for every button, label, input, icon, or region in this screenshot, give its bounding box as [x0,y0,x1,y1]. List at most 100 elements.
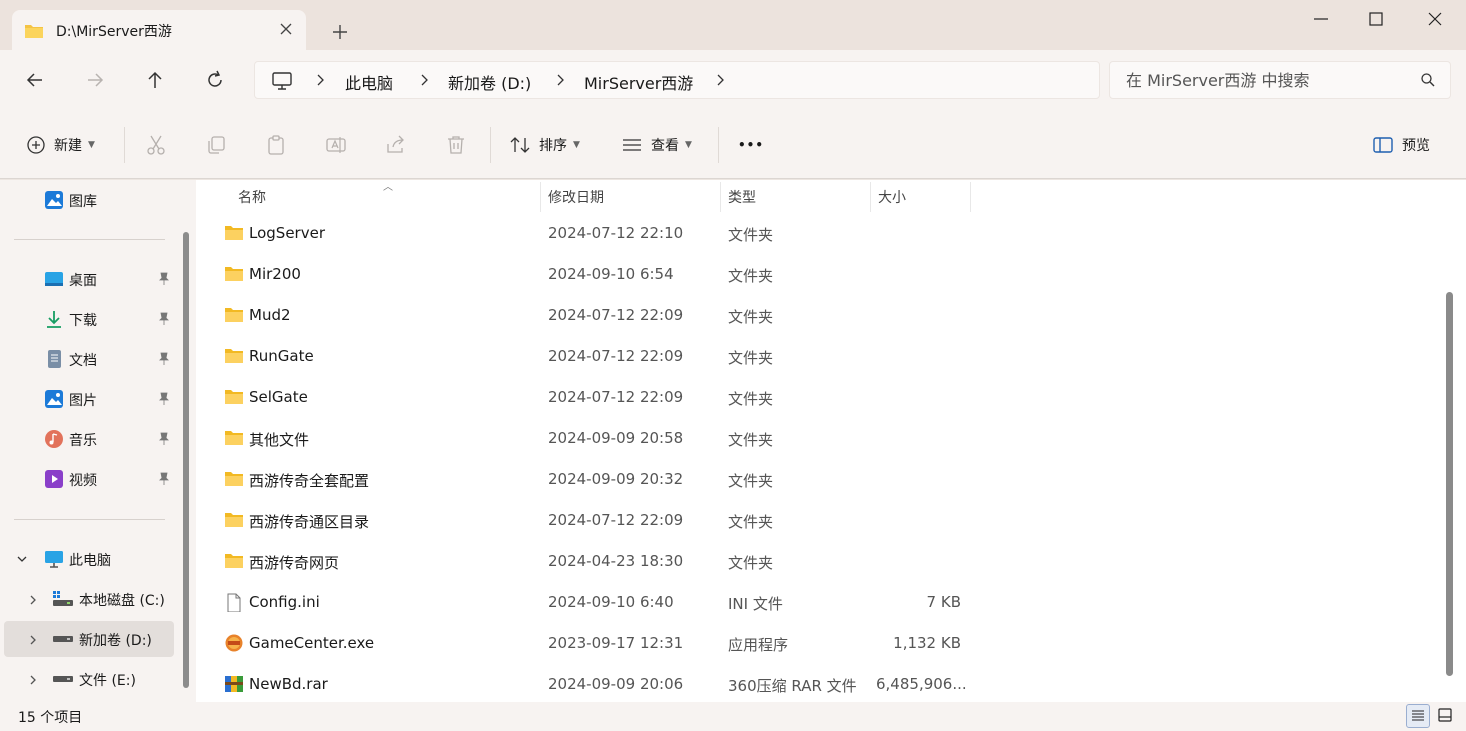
folder-icon [225,349,243,363]
preview-button[interactable]: 预览 [1372,132,1430,158]
file-date: 2024-07-12 22:09 [548,306,684,324]
file-row[interactable]: SelGate 2024-07-12 22:09 文件夹 [196,377,1436,418]
column-date-label: 修改日期 [548,190,604,206]
ini-file-icon [227,593,241,612]
up-button[interactable] [144,69,166,91]
sidebar-item-downloads[interactable]: 下载 [0,301,176,337]
file-row[interactable]: Mir200 2024-09-10 6:54 文件夹 [196,254,1436,295]
maximize-button[interactable] [1361,8,1391,30]
sidebar-item-gallery[interactable]: 图库 [0,182,176,218]
back-button[interactable] [24,69,46,91]
folder-icon [25,25,43,38]
column-header-date[interactable]: 修改日期 [541,180,720,212]
view-button[interactable]: 查看 ▼ [621,132,692,158]
pin-icon[interactable] [158,432,170,446]
computer-icon [45,551,63,568]
folder-icon [225,308,243,322]
column-header-name[interactable]: 名称 [196,180,540,212]
file-name: SelGate [249,388,308,406]
sidebar-item-music[interactable]: 音乐 [0,421,176,457]
file-list: ︿ 名称 修改日期 类型 大小 LogServer 2024-07-12 22:1… [196,180,1466,702]
breadcrumb-mirserver[interactable]: MirServer西游 [584,70,693,94]
sidebar-item-drive-c[interactable]: 本地磁盘 (C:) [0,581,176,617]
sidebar-item-drive-e[interactable]: 文件 (E:) [0,661,176,697]
drive-icon [53,676,73,682]
chevron-right-icon[interactable] [715,74,725,86]
column-header-size[interactable]: 大小 [871,180,970,212]
new-tab-button[interactable] [330,22,350,42]
tab-current[interactable]: D:\MirServer西游 [12,10,306,50]
file-date: 2024-09-10 6:40 [548,593,674,611]
column-header-type[interactable]: 类型 [721,180,870,212]
sidebar-scrollbar[interactable] [183,232,189,688]
refresh-button[interactable] [204,69,226,91]
plus-circle-icon [27,136,45,154]
chevron-right-icon[interactable] [28,634,38,646]
chevron-right-icon[interactable] [315,74,325,86]
sidebar-item-desktop[interactable]: 桌面 [0,261,176,297]
pin-icon[interactable] [158,392,170,406]
pin-icon[interactable] [158,272,170,286]
address-bar[interactable]: 此电脑 新加卷 (D:) MirServer西游 [254,61,1100,99]
file-list-scrollbar[interactable] [1446,292,1453,676]
breadcrumb-this-pc[interactable]: 此电脑 [345,70,393,94]
column-divider[interactable] [970,182,971,212]
chevron-right-icon[interactable] [28,594,38,606]
new-button[interactable]: 新建 ▼ [26,132,95,158]
tiles-view-button[interactable] [1434,704,1458,728]
file-name: GameCenter.exe [249,634,375,652]
sidebar-item-this-pc[interactable]: 此电脑 [0,541,176,577]
folder-icon [225,472,243,486]
pin-icon[interactable] [158,472,170,486]
chevron-down-icon[interactable] [16,554,28,564]
file-type: 文件夹 [728,431,774,449]
close-tab-icon[interactable] [278,21,294,37]
chevron-down-icon: ▼ [685,140,692,150]
rename-icon[interactable] [325,134,347,156]
file-row[interactable]: RunGate 2024-07-12 22:09 文件夹 [196,336,1436,377]
breadcrumb-drive-d[interactable]: 新加卷 (D:) [448,70,531,94]
sidebar-item-pictures[interactable]: 图片 [0,381,176,417]
pin-icon[interactable] [158,312,170,326]
file-size: 7 KB [926,593,961,611]
chevron-right-icon[interactable] [419,74,429,86]
sidebar-item-videos[interactable]: 视频 [0,461,176,497]
pin-icon[interactable] [158,352,170,366]
sidebar-label: 下载 [69,313,97,329]
file-row[interactable]: Mud2 2024-07-12 22:09 文件夹 [196,295,1436,336]
minimize-button[interactable] [1306,8,1336,30]
file-row[interactable]: GameCenter.exe 2023-09-17 12:31 应用程序 1,132 … [196,623,1436,664]
copy-icon[interactable] [205,134,227,156]
column-name-label: 名称 [238,190,266,206]
chevron-right-icon[interactable] [28,674,38,686]
sidebar-label: 桌面 [69,273,97,289]
file-row[interactable]: 西游传奇全套配置 2024-09-09 20:32 文件夹 [196,459,1436,500]
more-options-button[interactable]: ••• [738,132,764,158]
cut-icon[interactable] [145,134,167,156]
file-row[interactable]: LogServer 2024-07-12 22:10 文件夹 [196,213,1436,254]
sort-button[interactable]: 排序 ▼ [509,132,580,158]
search-input[interactable] [1126,69,1406,91]
details-view-button[interactable] [1406,704,1430,728]
file-row[interactable]: Config.ini 2024-09-10 6:40 INI 文件 7 KB [196,582,1436,623]
file-row[interactable]: 西游传奇网页 2024-04-23 18:30 文件夹 [196,541,1436,582]
sidebar-item-documents[interactable]: 文档 [0,341,176,377]
sidebar-label: 视频 [69,473,97,489]
folder-icon [225,267,243,281]
file-row[interactable]: 其他文件 2024-09-09 20:58 文件夹 [196,418,1436,459]
file-row[interactable]: NewBd.rar 2024-09-09 20:06 360压缩 RAR 文件 6,4… [196,664,1436,705]
file-name: 西游传奇网页 [249,554,340,572]
forward-button[interactable] [84,69,106,91]
sidebar-item-drive-d[interactable]: 新加卷 (D:) [4,621,174,657]
file-type: INI 文件 [728,595,783,613]
new-label: 新建 [54,138,82,154]
share-icon[interactable] [385,134,407,156]
tab-title: D:\MirServer西游 [56,24,172,40]
chevron-right-icon[interactable] [555,74,565,86]
search-icon[interactable] [1420,72,1436,88]
paste-icon[interactable] [265,134,287,156]
close-window-button[interactable] [1420,8,1450,30]
search-box [1109,61,1451,99]
delete-icon[interactable] [445,134,467,156]
file-row[interactable]: 西游传奇通区目录 2024-07-12 22:09 文件夹 [196,500,1436,541]
